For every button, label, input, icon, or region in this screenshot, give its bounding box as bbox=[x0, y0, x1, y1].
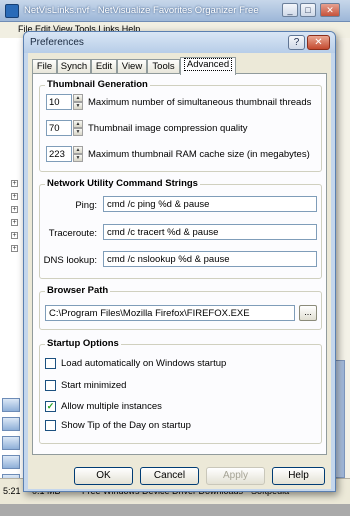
dns-field[interactable]: cmd /c nslookup %d & pause bbox=[103, 251, 317, 267]
tab-view[interactable]: View bbox=[117, 59, 147, 74]
threads-value[interactable]: 10 bbox=[46, 94, 72, 110]
close-icon[interactable]: ✕ bbox=[320, 3, 340, 17]
main-window-title: NetVisLinks.nvf - NetVisualize Favorites… bbox=[24, 5, 259, 16]
status-time: 5:21 bbox=[3, 486, 21, 496]
help-button[interactable]: Help bbox=[272, 467, 325, 485]
dns-label: DNS lookup: bbox=[43, 255, 97, 266]
threads-stepper[interactable]: 10 ▲ ▼ bbox=[46, 94, 84, 110]
apply-button[interactable]: Apply bbox=[206, 467, 265, 485]
group-title: Network Utility Command Strings bbox=[45, 178, 200, 189]
checkbox-label: Allow multiple instances bbox=[61, 401, 162, 412]
expand-icon[interactable]: + bbox=[11, 193, 18, 200]
checkbox[interactable] bbox=[45, 380, 56, 391]
browser-group: Browser Path C:\Program Files\Mozilla Fi… bbox=[39, 285, 322, 330]
cache-stepper[interactable]: 223 ▲ ▼ bbox=[46, 146, 84, 162]
checkbox-label: Start minimized bbox=[61, 380, 127, 391]
ping-field[interactable]: cmd /c ping %d & pause bbox=[103, 196, 317, 212]
group-title: Startup Options bbox=[45, 338, 121, 349]
checkbox[interactable] bbox=[45, 358, 56, 369]
quality-stepper[interactable]: 70 ▲ ▼ bbox=[46, 120, 84, 136]
quality-value[interactable]: 70 bbox=[46, 120, 72, 136]
minimize-icon[interactable]: _ bbox=[282, 3, 298, 17]
cache-label: Maximum thumbnail RAM cache size (in meg… bbox=[88, 149, 310, 160]
expand-icon[interactable]: + bbox=[11, 219, 18, 226]
spin-down-icon[interactable]: ▼ bbox=[73, 102, 83, 110]
checkbox[interactable] bbox=[45, 420, 56, 431]
tab-advanced[interactable]: Advanced bbox=[180, 57, 236, 75]
help-icon[interactable]: ? bbox=[288, 35, 305, 50]
threads-label: Maximum number of simultaneous thumbnail… bbox=[88, 97, 312, 108]
checkbox-checked[interactable]: ✓ bbox=[45, 401, 56, 412]
browse-button[interactable]: ... bbox=[299, 305, 317, 321]
spin-up-icon[interactable]: ▲ bbox=[73, 120, 83, 128]
main-title-bar: NetVisLinks.nvf - NetVisualize Favorites… bbox=[0, 0, 350, 22]
preferences-dialog: Preferences ? ✕ File Synch Edit View Too… bbox=[23, 31, 336, 492]
maximize-icon[interactable]: □ bbox=[300, 3, 316, 17]
dialog-title: Preferences bbox=[30, 37, 84, 48]
cache-value[interactable]: 223 bbox=[46, 146, 72, 162]
group-title: Thumbnail Generation bbox=[45, 79, 150, 90]
expand-icon[interactable]: + bbox=[11, 232, 18, 239]
tab-file[interactable]: File bbox=[32, 59, 57, 74]
tab-edit[interactable]: Edit bbox=[91, 59, 117, 74]
traceroute-field[interactable]: cmd /c tracert %d & pause bbox=[103, 224, 317, 240]
cancel-button[interactable]: Cancel bbox=[140, 467, 199, 485]
startup-group: Startup Options Load automatically on Wi… bbox=[39, 338, 322, 444]
network-group: Network Utility Command Strings Ping: cm… bbox=[39, 178, 322, 279]
ping-label: Ping: bbox=[75, 200, 97, 211]
expand-icon[interactable]: + bbox=[11, 180, 18, 187]
spin-up-icon[interactable]: ▲ bbox=[73, 146, 83, 154]
expand-icon[interactable]: + bbox=[11, 206, 18, 213]
quality-label: Thumbnail image compression quality bbox=[88, 123, 248, 134]
dialog-body: File Synch Edit View Tools Advanced Thum… bbox=[28, 53, 331, 489]
checkbox-label: Load automatically on Windows startup bbox=[61, 358, 227, 369]
close-icon[interactable]: ✕ bbox=[307, 35, 330, 50]
tab-synch[interactable]: Synch bbox=[57, 59, 91, 74]
expand-icon[interactable]: + bbox=[11, 245, 18, 252]
advanced-panel: Thumbnail Generation 10 ▲ ▼ Maximum numbe… bbox=[32, 73, 327, 455]
ok-button[interactable]: OK bbox=[74, 467, 133, 485]
checkbox-label: Show Tip of the Day on startup bbox=[61, 420, 191, 431]
dialog-title-bar: Preferences ? ✕ bbox=[24, 32, 335, 53]
tab-tools[interactable]: Tools bbox=[147, 59, 180, 74]
spin-up-icon[interactable]: ▲ bbox=[73, 94, 83, 102]
traceroute-label: Traceroute: bbox=[48, 228, 97, 239]
browser-path-field[interactable]: C:\Program Files\Mozilla Firefox\FIREFOX… bbox=[45, 305, 295, 321]
spin-down-icon[interactable]: ▼ bbox=[73, 154, 83, 162]
group-title: Browser Path bbox=[45, 285, 111, 296]
thumbnail-group: Thumbnail Generation 10 ▲ ▼ Maximum numbe… bbox=[39, 79, 322, 172]
app-icon bbox=[5, 4, 19, 18]
spin-down-icon[interactable]: ▼ bbox=[73, 128, 83, 136]
